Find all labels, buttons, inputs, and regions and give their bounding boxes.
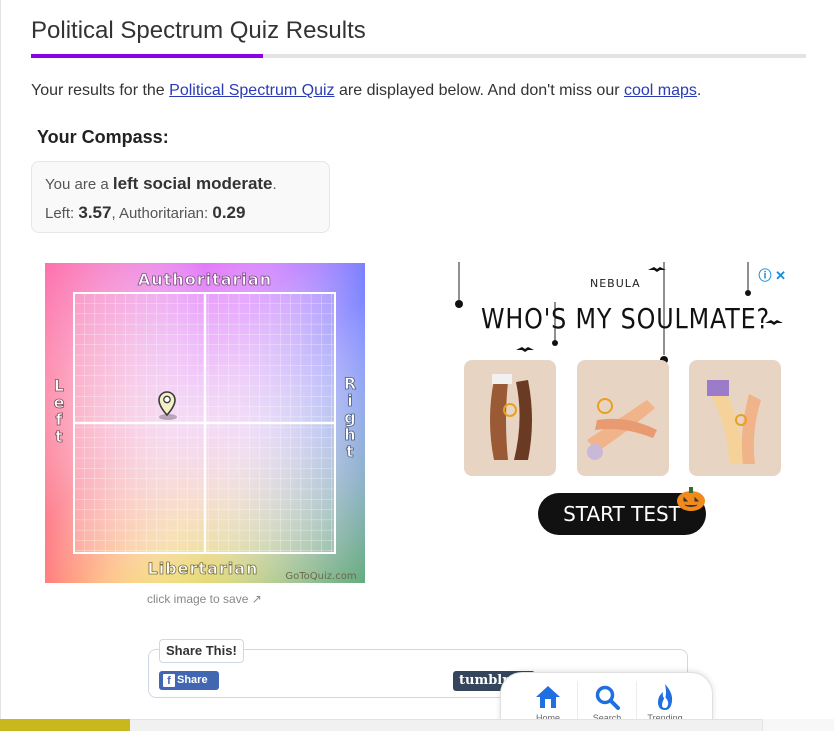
- compass-left-letter: t: [55, 427, 63, 446]
- compass-bottom-label: Libertarian: [148, 559, 259, 578]
- ad-brand-name: NEBULA: [590, 277, 641, 290]
- result-suffix: .: [272, 176, 277, 193]
- political-spectrum-quiz-link[interactable]: Political Spectrum Quiz: [169, 82, 334, 99]
- facebook-share-button[interactable]: f Share: [159, 671, 219, 690]
- intro-text-part: Your results for the: [31, 82, 170, 99]
- click-to-save-caption: click image to save ↗: [147, 592, 262, 606]
- trending-icon: [658, 684, 673, 710]
- advertisement[interactable]: ⓘ ✕ NEBULA WHO'S MY SOULMATE? START TEST: [440, 262, 800, 552]
- compass-top-label: Authoritarian: [138, 270, 272, 289]
- intro-text-part: .: [696, 82, 702, 99]
- result-prefix: You are a: [45, 176, 113, 193]
- ad-image-hands-3: [689, 360, 781, 476]
- ad-info-close-icon[interactable]: ⓘ ✕: [758, 265, 786, 284]
- share-legend: Share This!: [159, 639, 244, 663]
- bottom-bar-right-segment: [762, 719, 834, 731]
- authoritarian-score-value: 0.29: [212, 203, 246, 222]
- result-label: left social moderate: [112, 174, 273, 193]
- ad-image-hands-2: [577, 360, 669, 476]
- compass-right-letter: t: [346, 442, 354, 461]
- compass-heading: Your Compass:: [37, 127, 169, 147]
- ad-headline: WHO'S MY SOULMATE?: [481, 302, 771, 335]
- cool-maps-link[interactable]: cool maps: [624, 82, 697, 99]
- result-scores-line: Left: 3.57, Authoritarian: 0.29: [45, 203, 329, 224]
- page-title: Political Spectrum Quiz Results: [31, 17, 366, 44]
- bottom-bar-accent: [0, 719, 130, 731]
- left-score-label: Left:: [45, 205, 79, 222]
- result-summary-box: You are a left social moderate. Left: 3.…: [31, 161, 330, 233]
- hands-illustration-icon: [490, 374, 532, 460]
- political-compass-image[interactable]: Authoritarian Libertarian Left Right GoT…: [45, 263, 365, 583]
- hands-illustration-icon: [707, 380, 761, 464]
- left-score-value: 3.57: [78, 203, 112, 222]
- pumpkin-icon: [677, 487, 705, 511]
- facebook-icon: f: [163, 674, 175, 687]
- intro-text-part: are displayed below. And don't miss our: [334, 82, 624, 99]
- compass-watermark: GoToQuiz.com: [285, 571, 356, 582]
- authoritarian-score-label: , Authoritarian:: [111, 205, 213, 222]
- ad-image-hands-1: [464, 360, 556, 476]
- hands-illustration-icon: [587, 398, 657, 460]
- home-icon: [536, 686, 560, 708]
- search-icon: [595, 685, 620, 710]
- result-type-line: You are a left social moderate.: [45, 174, 329, 195]
- facebook-share-label: Share: [177, 674, 208, 686]
- intro-text: Your results for the Political Spectrum …: [31, 82, 701, 100]
- page-left-border: [0, 0, 1, 731]
- title-underline-accent: [31, 54, 263, 58]
